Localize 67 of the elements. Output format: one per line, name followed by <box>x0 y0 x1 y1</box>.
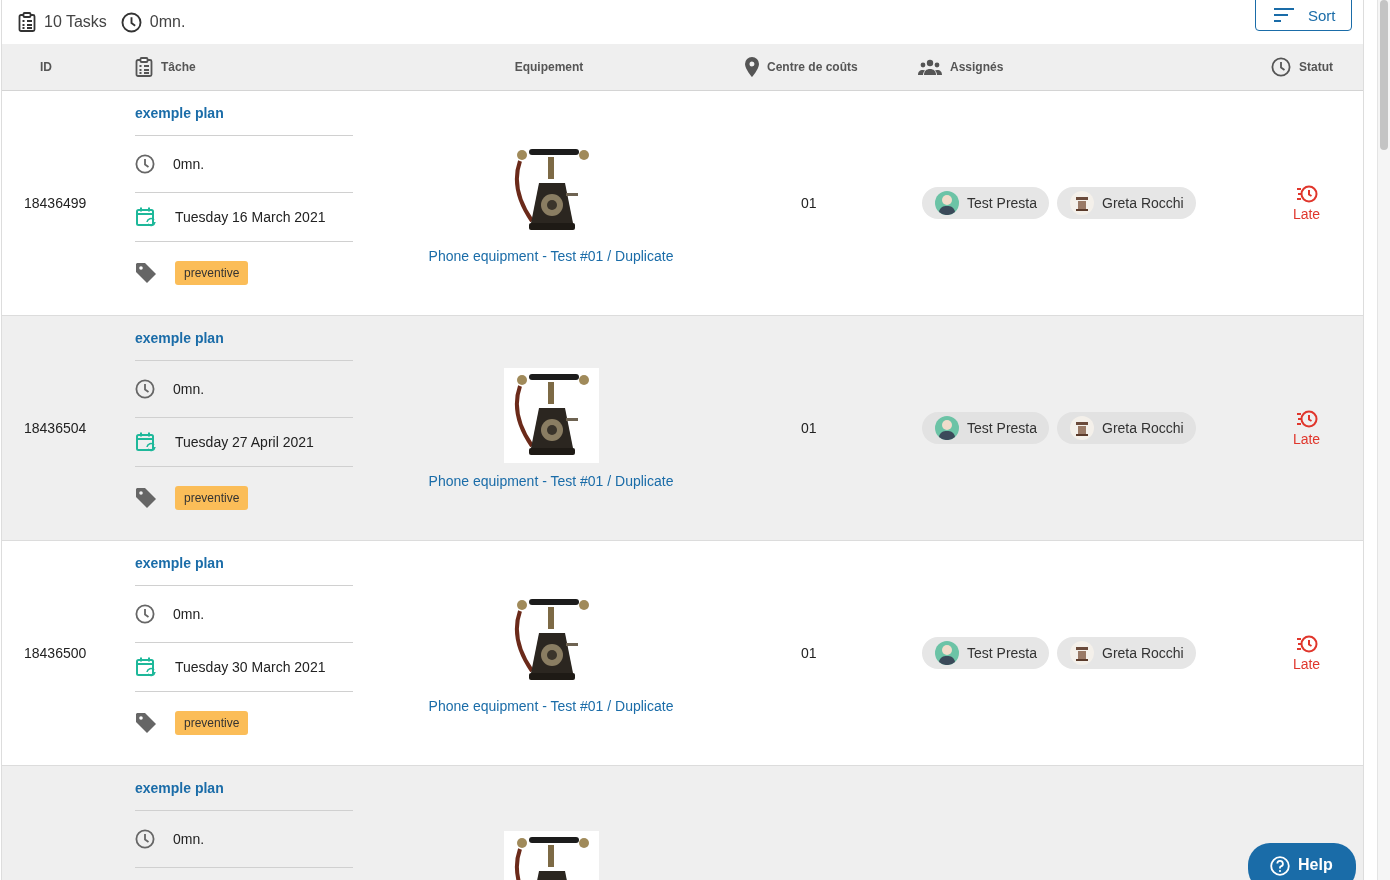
avatar-icon <box>935 191 959 215</box>
help-icon <box>1270 856 1290 876</box>
task-title[interactable]: exemple plan <box>135 555 353 586</box>
task-title[interactable]: exemple plan <box>135 330 353 361</box>
task-id: 18436504 <box>24 420 87 436</box>
calendar-icon <box>135 206 157 228</box>
status-label: Late <box>1292 205 1321 222</box>
assignee-chip[interactable]: Test Presta <box>922 187 1050 219</box>
cost-center: 01 <box>801 195 817 211</box>
avatar-icon <box>1070 641 1095 665</box>
sort-button[interactable]: Sort <box>1255 0 1352 31</box>
equipment-link[interactable]: Phone equipment - Test #01 / Duplicate <box>428 247 674 264</box>
task-date: Tuesday 27 April 2021 <box>175 434 314 450</box>
status-label: Late <box>1292 430 1321 447</box>
avatar-icon <box>1070 191 1095 215</box>
total-duration: 0mn. <box>149 13 186 31</box>
equipment-link[interactable]: Phone equipment - Test #01 / Duplicate <box>428 472 674 489</box>
task-date: Tuesday 30 March 2021 <box>175 659 326 675</box>
tag-badge: preventive <box>175 261 249 285</box>
clock-icon <box>135 154 155 174</box>
equipment-link[interactable]: Phone equipment - Test #01 / Duplicate <box>428 697 674 714</box>
tag-icon <box>135 487 157 509</box>
task-duration: 0mn. <box>173 156 205 172</box>
clipboard-icon <box>18 12 36 32</box>
task-duration: 0mn. <box>173 831 205 847</box>
column-header[interactable]: Statut <box>1299 60 1333 74</box>
column-header[interactable]: Equipement <box>514 60 584 74</box>
column-header[interactable]: Tâche <box>161 60 196 74</box>
task-count: 10 Tasks <box>44 13 107 31</box>
tag-badge: preventive <box>175 711 249 735</box>
avatar-icon <box>1070 416 1095 440</box>
status-label: Late <box>1292 655 1321 672</box>
calendar-icon <box>135 431 157 453</box>
tag-badge: preventive <box>175 486 249 510</box>
column-header[interactable]: Assignés <box>950 60 1004 74</box>
cost-center: 01 <box>801 420 817 436</box>
clock-icon <box>120 11 142 33</box>
clock-icon <box>135 829 155 849</box>
assignee-chip[interactable]: Greta Rocchi <box>1057 187 1196 219</box>
clock-icon <box>1271 57 1291 77</box>
clock-icon <box>135 604 155 624</box>
scrollbar[interactable] <box>1377 0 1390 880</box>
people-icon <box>918 59 942 75</box>
tag-icon <box>135 712 157 734</box>
tag-icon <box>135 262 157 284</box>
task-title[interactable]: exemple plan <box>135 105 353 136</box>
assignee-chip[interactable]: Test Presta <box>922 412 1050 444</box>
column-header[interactable]: ID <box>40 60 52 74</box>
avatar-icon <box>935 416 959 440</box>
calendar-icon <box>135 656 157 678</box>
column-header[interactable]: Centre de coûts <box>767 60 858 74</box>
sort-icon <box>1274 8 1294 22</box>
avatar-icon <box>935 641 959 665</box>
task-id: 18436499 <box>24 195 87 211</box>
task-date: Tuesday 16 March 2021 <box>175 209 326 225</box>
help-button[interactable]: Help <box>1248 843 1356 880</box>
task-id: 18436500 <box>24 645 87 661</box>
task-title[interactable]: exemple plan <box>135 780 353 811</box>
task-duration: 0mn. <box>173 381 205 397</box>
location-pin-icon <box>745 57 759 77</box>
assignee-chip[interactable]: Greta Rocchi <box>1057 637 1196 669</box>
task-duration: 0mn. <box>173 606 205 622</box>
assignee-chip[interactable]: Greta Rocchi <box>1057 412 1196 444</box>
clock-icon <box>135 379 155 399</box>
clipboard-icon <box>135 57 153 77</box>
cost-center: 01 <box>801 645 817 661</box>
assignee-chip[interactable]: Test Presta <box>922 637 1050 669</box>
